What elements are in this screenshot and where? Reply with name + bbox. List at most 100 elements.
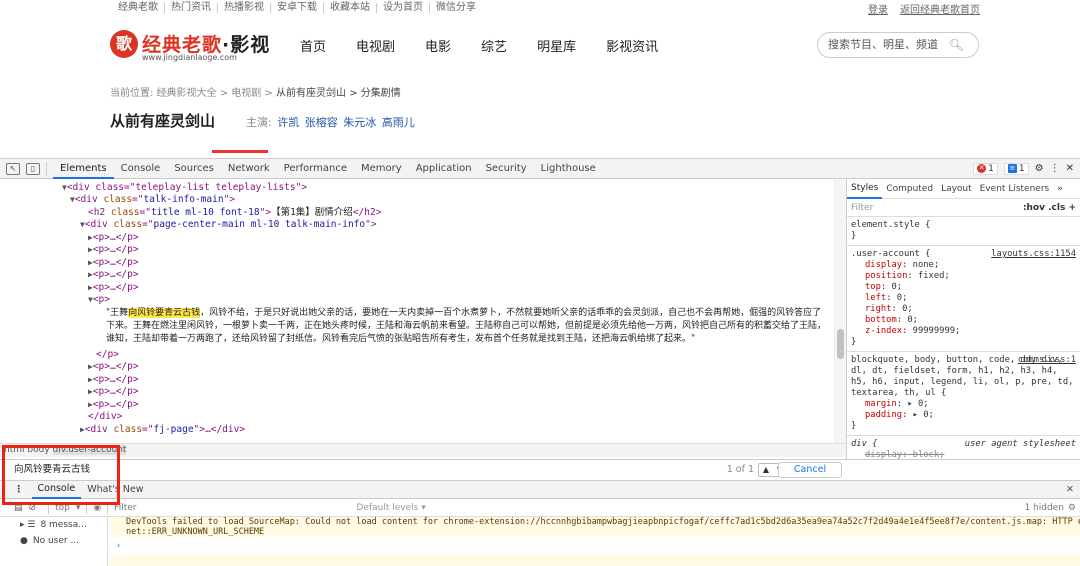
tab-event-listeners[interactable]: Event Listeners xyxy=(976,184,1054,194)
css-source-link[interactable]: comms.css:1 xyxy=(1018,355,1076,366)
site-logo[interactable]: 歌 经典老歌·影视 www.jingdianlaoge.com xyxy=(110,28,270,66)
drawer-tabs: ⋮ Console What's New ✕ xyxy=(0,481,1080,499)
console-drawer: ⋮ Console What's New ✕ ▤ ⊘ top ▾ ◉ Filte… xyxy=(0,481,1080,566)
nav-item[interactable]: 明星库 xyxy=(537,36,576,55)
element-style-rule[interactable]: element.style { } xyxy=(847,217,1080,246)
dom-row[interactable]: ▶<p>…</p> xyxy=(88,399,139,411)
nav-item[interactable]: 电视剧 xyxy=(356,36,395,55)
dom-row[interactable]: ▶<p>…</p> xyxy=(88,257,139,269)
drawer-menu-icon[interactable]: ⋮ xyxy=(14,484,24,495)
actor-link[interactable]: 高雨儿 xyxy=(382,116,415,129)
dom-row[interactable]: ▶<p>…</p> xyxy=(88,374,139,386)
levels-dropdown[interactable]: Default levels ▾ xyxy=(357,503,426,513)
actor-link[interactable]: 张榕容 xyxy=(305,116,338,129)
dom-row[interactable]: ▶<p>…</p> xyxy=(88,244,139,256)
tab-whats-new[interactable]: What's New xyxy=(81,482,149,498)
breadcrumb-item[interactable]: body xyxy=(27,445,49,455)
cancel-button[interactable]: Cancel xyxy=(778,462,842,478)
topbar-link[interactable]: 安卓下载 xyxy=(271,3,324,13)
dom-row[interactable]: </p> xyxy=(96,349,119,361)
tab-computed[interactable]: Computed xyxy=(882,184,937,194)
gear-icon[interactable]: ⚙ xyxy=(1068,503,1076,513)
actor-link[interactable]: 朱元冰 xyxy=(343,116,376,129)
styles-filter-tools[interactable]: :hov .cls + xyxy=(1023,203,1076,213)
topbar-link[interactable]: 收藏本站 xyxy=(324,3,377,13)
css-rule[interactable]: comms.css:1 blockquote, body, button, co… xyxy=(847,352,1080,436)
nav-item[interactable]: 首页 xyxy=(300,36,326,55)
eye-icon[interactable]: ◉ xyxy=(93,503,101,513)
dom-row[interactable]: ▶<p>…</p> xyxy=(88,232,139,244)
topbar-link[interactable]: 热门资讯 xyxy=(165,3,218,13)
tab-security[interactable]: Security xyxy=(479,159,534,179)
dom-row[interactable]: <h2 class="title ml-10 font-18">【第1集】剧情介… xyxy=(88,207,381,219)
device-toggle-icon[interactable]: ▯ xyxy=(26,162,40,175)
context-selector[interactable]: top xyxy=(55,503,70,513)
sidebar-toggle-icon[interactable]: ▤ xyxy=(14,503,23,513)
tab-lighthouse[interactable]: Lighthouse xyxy=(534,159,603,179)
divider xyxy=(86,501,88,514)
dom-row[interactable]: ▶<p>…</p> xyxy=(88,269,139,281)
login-link[interactable]: 登录 xyxy=(868,1,888,16)
tab-sources[interactable]: Sources xyxy=(167,159,221,179)
dom-row[interactable]: ▶<p>…</p> xyxy=(88,361,139,373)
dom-row[interactable]: ▼<div class="talk-info-main"> xyxy=(70,194,235,206)
topbar-link[interactable]: 微信分享 xyxy=(430,3,482,13)
gear-icon[interactable]: ⚙ xyxy=(1035,163,1044,174)
dom-row[interactable]: ▶<div class="fj-page">…</div> xyxy=(80,424,245,436)
dom-tree[interactable]: ▼<div class="teleplay-list teleplay-list… xyxy=(0,179,846,443)
nav-item[interactable]: 电影 xyxy=(425,36,451,55)
console-filter-input[interactable]: Filter xyxy=(114,503,136,513)
tab-memory[interactable]: Memory xyxy=(354,159,409,179)
home-link[interactable]: 返回经典老歌首页 xyxy=(900,1,980,16)
dom-row[interactable]: ▼<div class="page-center-main ml-10 talk… xyxy=(80,219,377,231)
dom-row[interactable]: ▶<p>…</p> xyxy=(88,282,139,294)
tab-network[interactable]: Network xyxy=(221,159,277,179)
error-icon: ✕ xyxy=(977,164,987,173)
close-icon[interactable]: ✕ xyxy=(1066,163,1074,174)
css-rule[interactable]: .user-account { layouts.css:1154 display… xyxy=(847,246,1080,352)
dom-scrollbar[interactable] xyxy=(834,179,846,443)
tab-application[interactable]: Application xyxy=(409,159,479,179)
more-tabs-icon[interactable]: » xyxy=(1053,184,1067,194)
topbar-link[interactable]: 热播影视 xyxy=(218,3,271,13)
actors-label: 主演: xyxy=(246,116,272,129)
tab-styles[interactable]: Styles xyxy=(847,179,883,199)
actor-link[interactable]: 许凯 xyxy=(277,116,299,129)
dom-row[interactable]: ▶<p>…</p> xyxy=(88,386,139,398)
nav-item[interactable]: 影视资讯 xyxy=(606,36,658,55)
topbar-link[interactable]: 经典老歌 xyxy=(118,3,165,13)
dom-row[interactable]: </div> xyxy=(88,411,122,423)
scrollbar-thumb[interactable] xyxy=(837,329,844,359)
console-prompt[interactable]: › xyxy=(110,537,1080,555)
dom-row[interactable]: ▼<p> xyxy=(88,294,110,306)
sidebar-item-user[interactable]: ● No user ... xyxy=(0,533,107,549)
chevron-down-icon[interactable]: ▾ xyxy=(76,503,81,513)
css-source-link[interactable]: layouts.css:1154 xyxy=(991,249,1076,260)
tab-layout[interactable]: Layout xyxy=(937,184,976,194)
sidebar-item-messages[interactable]: ▸ ☰ 8 messa... xyxy=(0,517,107,533)
web-page: 经典老歌 热门资讯 热播影视 安卓下载 收藏本站 设为首页 微信分享 登录 返回… xyxy=(0,0,1080,158)
search-icon[interactable]: 🔍︎ xyxy=(949,33,964,57)
nav-item[interactable]: 综艺 xyxy=(481,36,507,55)
tab-console[interactable]: Console xyxy=(114,159,168,179)
tab-performance[interactable]: Performance xyxy=(277,159,354,179)
tab-console-drawer[interactable]: Console xyxy=(31,481,82,499)
styles-filter-input[interactable]: Filter :hov .cls + xyxy=(847,199,1080,217)
error-badge[interactable]: ✕ 1 xyxy=(973,162,998,175)
divider xyxy=(46,161,47,176)
close-drawer-icon[interactable]: ✕ xyxy=(1066,484,1074,495)
find-input[interactable]: 向风铃要青云古钱 1 of 1 ▲ ▼ xyxy=(14,462,834,478)
topbar-link[interactable]: 设为首页 xyxy=(377,3,430,13)
info-badge[interactable]: ≡ 1 xyxy=(1003,162,1029,175)
dom-row[interactable]: ▼<div class="teleplay-list teleplay-list… xyxy=(62,182,307,194)
breadcrumb-item-selected[interactable]: div.user-account xyxy=(52,445,127,455)
find-count: 1 of 1 xyxy=(726,464,754,475)
breadcrumb-item[interactable]: html xyxy=(4,445,25,455)
find-prev-icon[interactable]: ▲ xyxy=(759,464,773,476)
site-search-input[interactable]: 搜索节目、明星、频道 🔍︎ xyxy=(817,32,979,58)
more-options-icon[interactable]: ⋮ xyxy=(1050,163,1060,174)
tab-elements[interactable]: Elements xyxy=(53,159,114,179)
inspect-icon[interactable]: ↖ xyxy=(6,162,20,175)
clear-console-icon[interactable]: ⊘ xyxy=(29,503,37,513)
styles-tabs: Styles Computed Layout Event Listeners » xyxy=(847,179,1080,199)
